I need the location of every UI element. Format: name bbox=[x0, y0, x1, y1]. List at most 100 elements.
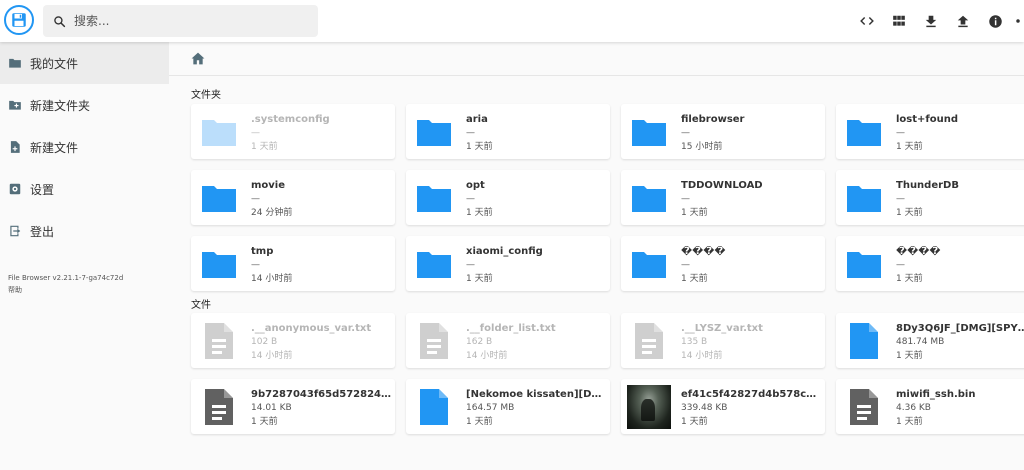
code-icon[interactable] bbox=[852, 6, 882, 36]
item-name: .__folder_list.txt bbox=[466, 323, 556, 334]
item-modified: 1 天前 bbox=[251, 142, 278, 152]
more-icon[interactable] bbox=[1012, 6, 1024, 36]
help-link[interactable]: 帮助 bbox=[8, 284, 123, 296]
sidebar-footer: File Browser v2.21.1-7-ga74c72d 帮助 bbox=[8, 272, 123, 296]
item-name: xiaomi_config bbox=[466, 246, 543, 257]
file-card[interactable]: .__folder_list.txt 162 B 14 小时前 bbox=[406, 313, 610, 368]
image-thumbnail bbox=[627, 385, 671, 429]
file-text-icon bbox=[842, 385, 886, 429]
item-size: — bbox=[466, 260, 475, 270]
item-size: 102 B bbox=[251, 337, 278, 347]
sidebar: 我的文件 新建文件夹 新建文件 设置 登出 File Browser v2.21… bbox=[0, 42, 169, 470]
item-modified: 14 小时前 bbox=[251, 274, 293, 284]
item-modified: 1 天前 bbox=[466, 274, 493, 284]
item-name: TDDOWNLOAD bbox=[681, 180, 763, 191]
folder-icon bbox=[627, 110, 671, 154]
item-size: 135 B bbox=[681, 337, 708, 347]
item-modified: 1 天前 bbox=[681, 417, 708, 427]
item-size: — bbox=[251, 128, 260, 138]
view-grid-icon[interactable] bbox=[884, 6, 914, 36]
folder-card[interactable]: opt — 1 天前 bbox=[406, 170, 610, 225]
version-text: File Browser v2.21.1-7-ga74c72d bbox=[8, 274, 124, 282]
sidebar-item-new-folder[interactable]: 新建文件夹 bbox=[0, 84, 169, 126]
sidebar-item-settings[interactable]: 设置 bbox=[0, 168, 169, 210]
item-modified: 1 天前 bbox=[466, 208, 493, 218]
item-modified: 1 天前 bbox=[896, 274, 923, 284]
item-modified: 1 天前 bbox=[681, 208, 708, 218]
file-card[interactable]: .__anonymous_var.txt 102 B 14 小时前 bbox=[191, 313, 395, 368]
folder-card[interactable]: tmp — 14 小时前 bbox=[191, 236, 395, 291]
home-icon[interactable] bbox=[191, 52, 205, 65]
folder-icon bbox=[627, 242, 671, 286]
file-card[interactable]: miwifi_ssh.bin 4.36 KB 1 天前 bbox=[836, 379, 1024, 434]
item-modified: 14 小时前 bbox=[251, 351, 293, 361]
search-input[interactable] bbox=[74, 14, 294, 28]
sidebar-item-label: 新建文件夹 bbox=[30, 98, 91, 113]
app-logo[interactable] bbox=[4, 5, 34, 35]
folder-card[interactable]: lost+found — 1 天前 bbox=[836, 104, 1024, 159]
folder-card[interactable]: xiaomi_config — 1 天前 bbox=[406, 236, 610, 291]
item-name: ThunderDB bbox=[896, 180, 959, 191]
sidebar-item-label: 我的文件 bbox=[30, 56, 79, 71]
info-icon[interactable] bbox=[980, 6, 1010, 36]
item-modified: 1 天前 bbox=[251, 417, 278, 427]
note-add-icon bbox=[10, 141, 20, 153]
item-size: — bbox=[896, 128, 905, 138]
item-size: 14.01 KB bbox=[251, 403, 292, 413]
sidebar-item-my-files[interactable]: 我的文件 bbox=[0, 42, 169, 84]
file-text-icon bbox=[627, 319, 671, 363]
file-card[interactable]: 8Dy3Q6JF_[DMG][SPY×FA 481.74 MB 1 天前 bbox=[836, 313, 1024, 368]
item-name: tmp bbox=[251, 246, 274, 257]
folder-card[interactable]: aria — 1 天前 bbox=[406, 104, 610, 159]
item-name: 9b7287043f65d572824f3... bbox=[251, 389, 391, 400]
file-card[interactable]: 9b7287043f65d572824f3... 14.01 KB 1 天前 bbox=[191, 379, 395, 434]
item-size: — bbox=[681, 194, 690, 204]
item-modified: 14 小时前 bbox=[466, 351, 508, 361]
sidebar-item-logout[interactable]: 登出 bbox=[0, 210, 169, 252]
item-name: movie bbox=[251, 180, 286, 191]
item-size: — bbox=[251, 260, 260, 270]
item-name: .systemconfig bbox=[251, 114, 330, 125]
file-card[interactable]: .__LYSZ_var.txt 135 B 14 小时前 bbox=[621, 313, 825, 368]
folder-card[interactable]: TDDOWNLOAD — 1 天前 bbox=[621, 170, 825, 225]
item-size: — bbox=[896, 260, 905, 270]
folder-card[interactable]: ���� — 1 天前 bbox=[836, 236, 1024, 291]
item-name: miwifi_ssh.bin bbox=[896, 389, 976, 400]
item-size: — bbox=[896, 194, 905, 204]
folder-icon bbox=[9, 58, 21, 68]
folder-card[interactable]: ���� — 1 天前 bbox=[621, 236, 825, 291]
search-icon bbox=[54, 15, 66, 27]
item-modified: 15 小时前 bbox=[681, 142, 723, 152]
item-size: 4.36 KB bbox=[896, 403, 931, 413]
search-box[interactable] bbox=[43, 5, 318, 37]
item-size: — bbox=[466, 194, 475, 204]
item-size: — bbox=[251, 194, 260, 204]
folder-icon bbox=[197, 176, 241, 220]
item-name: ���� bbox=[681, 246, 726, 257]
folders-heading: 文件夹 bbox=[191, 90, 221, 101]
folder-icon bbox=[842, 176, 886, 220]
item-modified: 1 天前 bbox=[681, 274, 708, 284]
download-icon[interactable] bbox=[916, 6, 946, 36]
upload-icon[interactable] bbox=[948, 6, 978, 36]
file-card[interactable]: ef41c5f42827d4b578cb5... 339.48 KB 1 天前 bbox=[621, 379, 825, 434]
item-name: .__anonymous_var.txt bbox=[251, 323, 372, 334]
item-name: ef41c5f42827d4b578cb5... bbox=[681, 389, 821, 400]
folder-icon bbox=[412, 176, 456, 220]
item-name: filebrowser bbox=[681, 114, 745, 125]
item-modified: 1 天前 bbox=[466, 417, 493, 427]
folder-card[interactable]: .systemconfig — 1 天前 bbox=[191, 104, 395, 159]
folder-card[interactable]: movie — 24 分钟前 bbox=[191, 170, 395, 225]
folder-card[interactable]: filebrowser — 15 小时前 bbox=[621, 104, 825, 159]
files-heading: 文件 bbox=[191, 300, 211, 311]
folder-icon bbox=[627, 176, 671, 220]
file-text-icon bbox=[412, 319, 456, 363]
folder-card[interactable]: ThunderDB — 1 天前 bbox=[836, 170, 1024, 225]
header-bar bbox=[0, 0, 1024, 42]
sidebar-item-label: 新建文件 bbox=[30, 140, 79, 155]
file-card[interactable]: [Nekomoe kissaten][Deai... 164.57 MB 1 天前 bbox=[406, 379, 610, 434]
sidebar-item-new-file[interactable]: 新建文件 bbox=[0, 126, 169, 168]
folder-icon bbox=[842, 242, 886, 286]
item-modified: 1 天前 bbox=[896, 208, 923, 218]
item-name: opt bbox=[466, 180, 485, 191]
